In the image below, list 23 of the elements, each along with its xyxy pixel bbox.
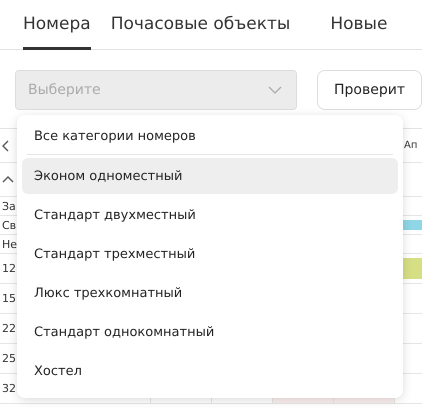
row-label: 25 xyxy=(2,352,16,365)
tab[interactable]: Новые xyxy=(330,0,388,50)
row-label: Не xyxy=(2,238,18,250)
chevron-up-icon[interactable] xyxy=(2,176,14,183)
column-header: Ап xyxy=(403,140,418,151)
dropdown-option[interactable]: Стандарт двухместный xyxy=(22,197,398,233)
check-button[interactable]: Проверит xyxy=(317,70,422,110)
chevron-left-icon[interactable] xyxy=(2,140,9,152)
dropdown-option[interactable]: Хостел xyxy=(22,353,398,389)
dropdown-option[interactable]: Все категории номеров xyxy=(22,118,398,154)
dropdown-option[interactable]: Стандарт однокомнатный xyxy=(22,314,398,350)
dropdown-option[interactable]: Стандарт трехместный xyxy=(22,236,398,272)
row-label: 32 xyxy=(2,382,16,395)
row-label: За xyxy=(2,200,16,212)
tab[interactable]: Почасовые объекты xyxy=(110,0,290,50)
tab[interactable]: Номера xyxy=(23,0,91,50)
row-label: Св xyxy=(2,218,16,232)
dropdown-option[interactable]: Люкс трехкомнатный xyxy=(22,275,398,311)
row-label: 15 xyxy=(2,292,16,305)
row-label: 22 xyxy=(2,322,16,335)
dropdown-option[interactable]: Эконом одноместный xyxy=(22,158,398,194)
chevron-down-icon xyxy=(268,86,282,94)
row-label: 12 xyxy=(2,262,16,275)
